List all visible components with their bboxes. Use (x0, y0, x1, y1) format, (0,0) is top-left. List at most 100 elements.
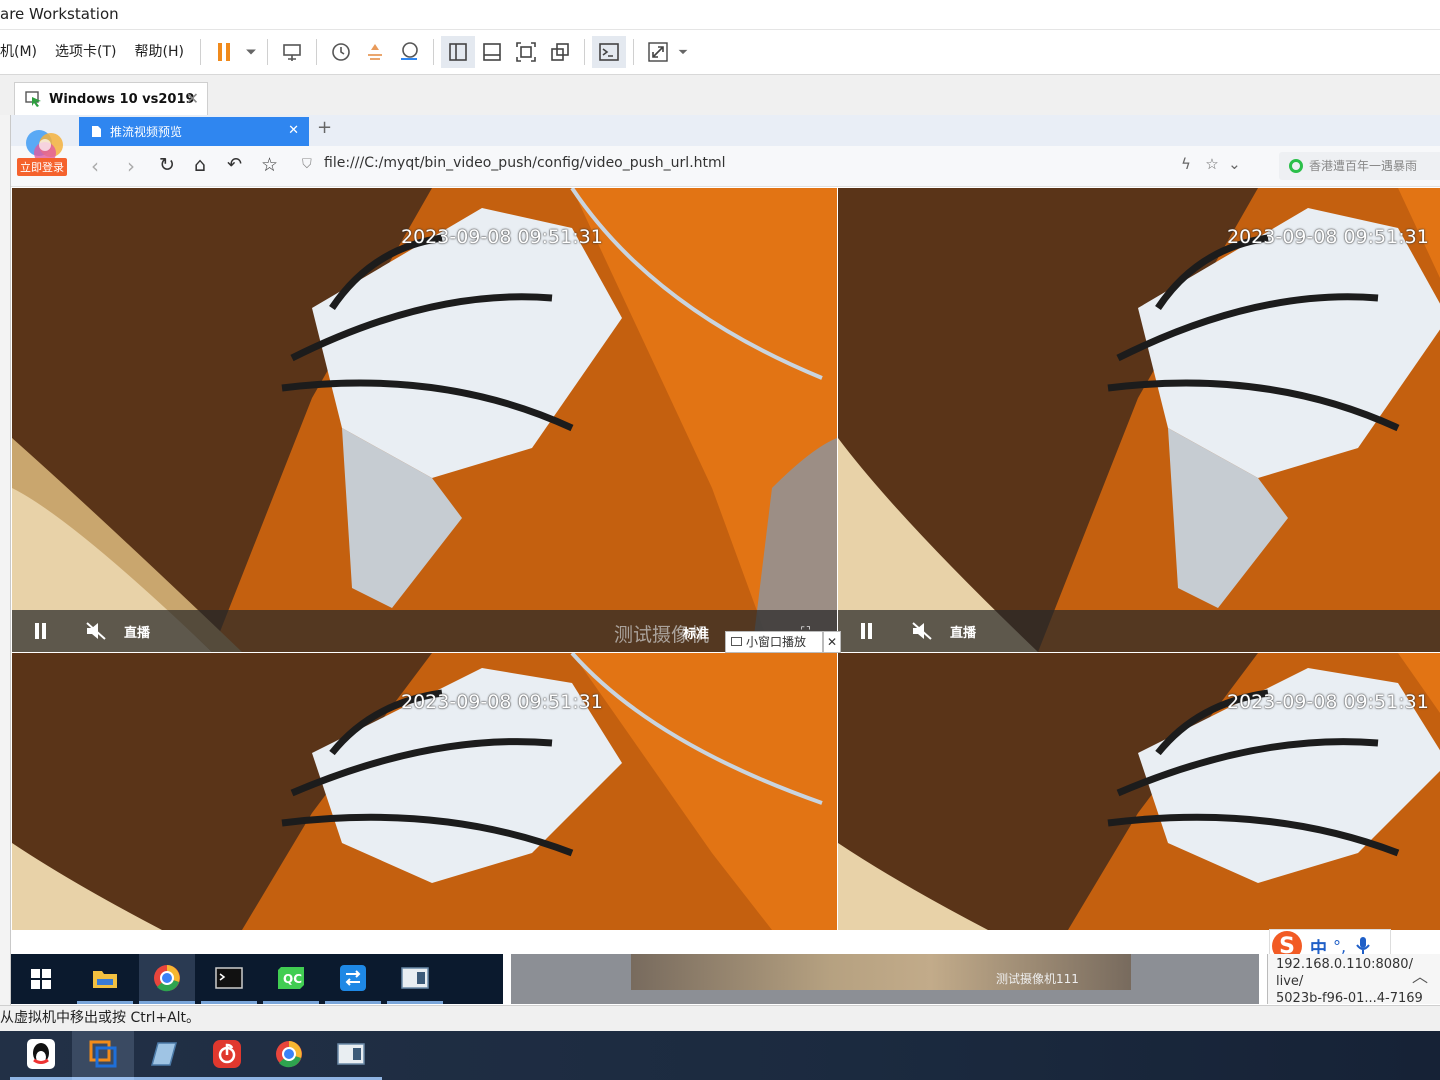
stretch-dropdown-icon[interactable] (675, 36, 691, 68)
sync-tool-icon[interactable] (325, 954, 381, 1004)
browser-tab-active[interactable]: 推流视频预览 ✕ (79, 117, 309, 146)
search-input[interactable]: 香港遭百年一遇暴雨 (1279, 152, 1440, 180)
video-timestamp: 2023-09-08 09:51:31 (401, 226, 603, 248)
background-window-blur (511, 954, 1259, 1004)
quality-selector[interactable]: 标准 (683, 623, 709, 642)
notepad-app-icon[interactable] (134, 1031, 196, 1080)
host-taskbar (0, 1031, 1440, 1080)
guest-taskbar: QC (11, 954, 503, 1004)
back-icon[interactable]: ‹ (91, 154, 99, 178)
close-tab-icon[interactable]: ✕ (186, 89, 199, 108)
punctuation-icon[interactable]: °, (1333, 937, 1346, 956)
login-badge[interactable]: 立即登录 (17, 158, 67, 176)
snapshot-manager-icon[interactable] (392, 36, 426, 68)
bookmark-star-icon[interactable]: ☆ (261, 154, 278, 176)
live-label: 直播 (124, 626, 151, 641)
qq-icon[interactable] (10, 1031, 72, 1080)
browser-address-bar: ‹ › ↻ ⌂ ↶ ☆ ⛉ file:///C:/myqt/bin_video_… (11, 146, 1440, 187)
vmware-tab-strip: Windows 10 vs2019 ✕ (0, 75, 1440, 115)
microphone-icon[interactable] (1354, 936, 1372, 956)
video-frame (838, 188, 1440, 652)
forward-icon[interactable]: › (127, 154, 135, 178)
full-screen-icon[interactable] (509, 36, 543, 68)
video-timestamp: 2023-09-08 09:51:31 (1227, 226, 1429, 248)
library-collapse-strip[interactable] (0, 115, 11, 1005)
host-video-app-icon[interactable] (320, 1031, 382, 1080)
svg-text:QC: QC (283, 972, 302, 986)
mute-icon[interactable] (910, 620, 934, 642)
netease-music-icon[interactable] (196, 1031, 258, 1080)
blurred-camera-name: 测试摄像机111 (996, 972, 1079, 986)
vmware-title: are Workstation (0, 5, 119, 23)
browser-tab-strip: 推流视频预览 ✕ + (11, 115, 1440, 146)
revert-snapshot-icon[interactable] (358, 36, 392, 68)
video-timestamp: 2023-09-08 09:51:31 (1227, 691, 1429, 713)
vmware-title-bar: are Workstation (0, 0, 1440, 30)
video-player-3[interactable]: 2023-09-08 09:51:31 (12, 653, 837, 930)
stretch-guest-icon[interactable] (641, 36, 675, 68)
video-frame (12, 188, 837, 652)
url-list-panel[interactable]: 192.168.0.110:8080/ live/ 5023b-f96-01..… (1267, 954, 1440, 1004)
tab-windows10-vs2019[interactable]: Windows 10 vs2019 ✕ (14, 82, 208, 115)
toolbar-separator (432, 39, 434, 65)
video-app-icon[interactable] (387, 954, 443, 1004)
toolbar-separator (266, 39, 268, 65)
search-placeholder: 香港遭百年一遇暴雨 (1309, 159, 1418, 173)
new-tab-icon[interactable]: + (317, 117, 332, 138)
url-field[interactable]: file:///C:/myqt/bin_video_push/config/vi… (324, 155, 726, 171)
live-label: 直播 (950, 626, 977, 641)
pause-icon[interactable] (34, 623, 48, 639)
url-line: 5023b-f96-01...4-7169 (1276, 991, 1423, 1004)
toolbar-separator (315, 39, 317, 65)
home-icon[interactable]: ⌂ (194, 154, 206, 176)
mute-icon[interactable] (84, 620, 108, 642)
mini-window-button[interactable]: 小窗口播放 (725, 631, 823, 653)
video-timestamp: 2023-09-08 09:51:31 (401, 691, 603, 713)
video-controls: 直播 (838, 610, 1440, 652)
toolbar-separator (583, 39, 585, 65)
host-browser-icon[interactable] (258, 1031, 320, 1080)
security-shield-icon[interactable]: ⛉ (302, 157, 312, 172)
mini-window-label: 小窗口播放 (746, 635, 807, 649)
pause-vm-icon[interactable] (208, 36, 242, 68)
search-engine-icon (1289, 159, 1303, 173)
video-player-1[interactable]: 2023-09-08 09:51:31 直播 (12, 188, 837, 652)
file-explorer-icon[interactable] (77, 954, 133, 1004)
mini-window-close-icon[interactable]: ✕ (823, 631, 841, 653)
thumbnail-bar-icon[interactable] (475, 36, 509, 68)
undo-close-icon[interactable]: ↶ (227, 154, 242, 175)
vmware-toolbar: 机(M) 选项卡(T) 帮助(H) (0, 30, 1440, 75)
address-actions-icon[interactable]: ϟ ☆ ⌄ (1181, 155, 1241, 173)
browser-tab-title: 推流视频预览 (110, 125, 183, 139)
toolbar-separator (632, 39, 634, 65)
vm-tab-icon (25, 91, 41, 107)
status-text: 从虚拟机中移出或按 Ctrl+Alt。 (0, 1010, 201, 1026)
guest-screen[interactable]: 推流视频预览 ✕ + ‹ › ↻ ⌂ ↶ ☆ ⛉ file:///C:/myqt… (11, 115, 1440, 1005)
vmware-status-bar: 从虚拟机中移出或按 Ctrl+Alt。 (0, 1005, 1440, 1031)
video-player-2[interactable]: 2023-09-08 09:51:31 直播 (838, 188, 1440, 652)
close-browser-tab-icon[interactable]: ✕ (288, 123, 299, 138)
send-ctrl-alt-del-icon[interactable] (275, 36, 309, 68)
reload-icon[interactable]: ↻ (159, 154, 175, 176)
video-controls: 直播 (12, 610, 837, 652)
menu-help[interactable]: 帮助(H) (126, 30, 193, 75)
qt-creator-icon[interactable]: QC (263, 954, 319, 1004)
snapshot-icon[interactable] (324, 36, 358, 68)
menu-vm[interactable]: 机(M) (0, 30, 46, 75)
video-player-4[interactable]: 2023-09-08 09:51:31 (838, 653, 1440, 930)
vmware-app-icon[interactable] (72, 1031, 134, 1080)
vm-tab-label: Windows 10 vs2019 (49, 91, 195, 107)
pause-dropdown-icon[interactable] (242, 36, 260, 68)
windows-start-icon[interactable] (13, 954, 69, 1004)
page-icon (92, 126, 101, 137)
toolbar-separator (199, 39, 201, 65)
collapse-chevron-icon[interactable]: ︿ (1412, 968, 1428, 985)
pause-icon[interactable] (860, 623, 874, 639)
terminal-icon[interactable] (201, 954, 257, 1004)
show-library-icon[interactable] (440, 36, 475, 68)
window-icon (731, 637, 742, 646)
menu-tabs[interactable]: 选项卡(T) (46, 30, 125, 75)
console-view-icon[interactable] (591, 36, 626, 68)
unity-mode-icon[interactable] (543, 36, 577, 68)
browser-app-icon[interactable] (139, 954, 195, 1004)
